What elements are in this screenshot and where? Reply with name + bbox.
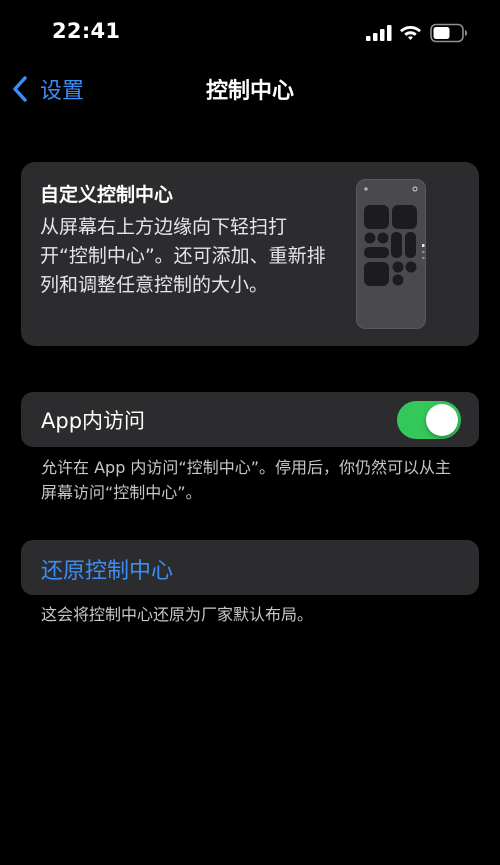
- wifi-icon: [400, 26, 421, 40]
- page-title: 控制中心: [205, 79, 294, 104]
- navigation-bar: 设置 控制中心: [0, 66, 500, 112]
- app-access-footnote: 允许在 App 内访问“控制中心”。停用后，你仍然可以从主屏幕访问“控制中心”。: [41, 458, 452, 502]
- reset-footnote: 这会将控制中心还原为厂家默认布局。: [41, 605, 314, 624]
- app-access-toggle[interactable]: [397, 401, 461, 439]
- control-center-illustration: [356, 179, 426, 329]
- status-time: 22:41: [52, 19, 121, 43]
- cellular-signal-icon: [366, 25, 392, 41]
- toggle-knob: [426, 404, 458, 436]
- app-access-label: App内访问: [41, 409, 146, 433]
- status-bar: 22:41: [0, 0, 500, 66]
- app-access-row: App内访问: [21, 392, 479, 447]
- info-card-title: 自定义控制中心: [40, 184, 174, 206]
- customize-info-card: 自定义控制中心 从屏幕右上方边缘向下轻扫打开“控制中心”。还可添加、重新排列和调…: [21, 162, 479, 346]
- info-card-description: 从屏幕右上方边缘向下轻扫打开“控制中心”。还可添加、重新排列和调整任意控制的大小…: [40, 216, 326, 296]
- reset-control-center-label: 还原控制中心: [41, 559, 174, 584]
- reset-control-center-button[interactable]: 还原控制中心: [21, 540, 479, 595]
- battery-icon: [430, 23, 467, 43]
